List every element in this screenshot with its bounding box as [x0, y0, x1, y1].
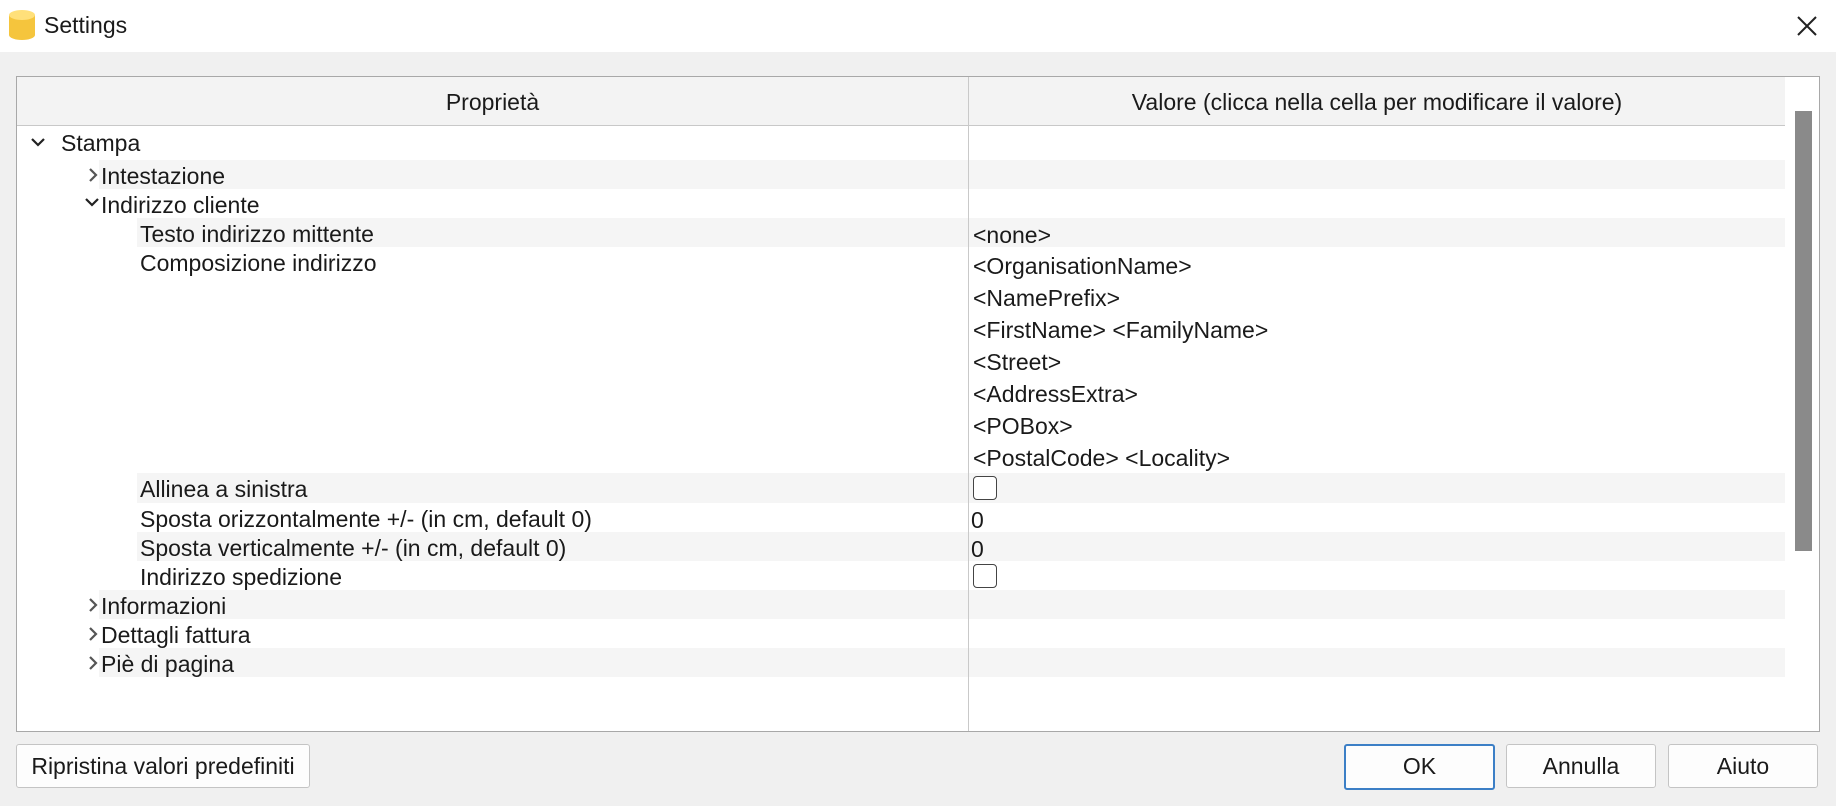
value-text: <none> [973, 222, 1052, 248]
tree-row-label: Informazioni [101, 593, 227, 619]
tree-row-label: Indirizzo spedizione [140, 564, 343, 590]
reset-defaults-button[interactable]: Ripristina valori predefiniti [16, 744, 310, 788]
tree-row-label: Intestazione [101, 163, 226, 189]
allinea-a-sinistra-checkbox[interactable] [973, 476, 997, 500]
close-button[interactable] [1784, 4, 1830, 48]
tree-row-label: Composizione indirizzo [140, 250, 377, 276]
value-cell[interactable]: 0 [969, 503, 1785, 533]
chevron-down-icon[interactable] [79, 186, 103, 220]
tree-row-label: Piè di pagina [101, 651, 234, 677]
chevron-down-icon[interactable] [25, 126, 49, 160]
tree-row-sposta-verticalmente[interactable]: 0 Sposta verticalmente +/- (in cm, defau… [17, 532, 1785, 562]
value-cell[interactable] [969, 473, 1785, 503]
value-line: <NamePrefix> [973, 285, 1121, 311]
tree-row-informazioni[interactable]: Informazioni [17, 590, 1785, 619]
tree-row-label: Testo indirizzo mittente [140, 221, 374, 247]
tree-row-sposta-orizzontalmente[interactable]: 0 Sposta orizzontalmente +/- (in cm, def… [17, 503, 1785, 533]
tree-row-pie-di-pagina[interactable]: Piè di pagina [17, 648, 1785, 677]
value-text: 0 [971, 536, 984, 562]
column-header-value[interactable]: Valore (clicca nella cella per modificar… [969, 77, 1785, 125]
property-tree[interactable]: Proprietà Valore (clicca nella cella per… [16, 76, 1820, 732]
value-cell[interactable] [969, 189, 1785, 218]
value-cell[interactable] [969, 160, 1785, 189]
ok-button[interactable]: OK [1344, 744, 1495, 790]
vertical-scrollbar[interactable] [1786, 77, 1819, 731]
tree-header: Proprietà Valore (clicca nella cella per… [17, 77, 1785, 126]
value-line: <POBox> [973, 413, 1073, 439]
tree-row-dettagli-fattura[interactable]: Dettagli fattura [17, 619, 1785, 648]
tree-row-label: Allinea a sinistra [140, 476, 308, 502]
database-cylinder-icon [8, 9, 36, 41]
help-button[interactable]: Aiuto [1668, 744, 1818, 788]
value-cell[interactable]: 0 [969, 532, 1785, 562]
scrollbar-thumb[interactable] [1795, 111, 1812, 551]
title-bar: Settings [0, 0, 1836, 52]
tree-row-label: Sposta orizzontalmente +/- (in cm, defau… [140, 506, 592, 532]
tree-row-label: Sposta verticalmente +/- (in cm, default… [140, 535, 567, 561]
value-cell[interactable] [969, 619, 1785, 648]
value-cell[interactable] [969, 126, 1785, 160]
tree-row-testo-indirizzo-mittente[interactable]: <none> Testo indirizzo mittente [17, 218, 1785, 248]
tree-row-label: Indirizzo cliente [101, 192, 260, 218]
tree-row-composizione-indirizzo[interactable]: <OrganisationName> <NamePrefix> <FirstNa… [17, 247, 1785, 473]
column-header-property[interactable]: Proprietà [17, 77, 968, 125]
tree-row-intestazione[interactable]: Intestazione [17, 160, 1785, 189]
tree-row-indirizzo-spedizione[interactable]: Indirizzo spedizione [17, 561, 1785, 590]
close-icon [1797, 16, 1817, 36]
cancel-button[interactable]: Annulla [1506, 744, 1656, 788]
value-line: <OrganisationName> [973, 253, 1192, 279]
tree-row-allinea-a-sinistra[interactable]: Allinea a sinistra [17, 473, 1785, 503]
tree-row-label: Dettagli fattura [101, 622, 251, 648]
value-cell[interactable] [969, 648, 1785, 677]
value-line: <FirstName> <FamilyName> [973, 317, 1269, 343]
value-line: <Street> [973, 349, 1062, 375]
value-text: 0 [971, 507, 984, 533]
value-cell[interactable]: <none> [969, 218, 1785, 248]
value-cell[interactable]: <OrganisationName> <NamePrefix> <FirstNa… [969, 247, 1785, 473]
tree-row-indirizzo-cliente[interactable]: Indirizzo cliente [17, 189, 1785, 218]
tree-row-stampa[interactable]: Stampa [17, 126, 1785, 160]
value-cell[interactable] [969, 561, 1785, 590]
value-cell[interactable] [969, 590, 1785, 619]
indirizzo-spedizione-checkbox[interactable] [973, 564, 997, 588]
window-title: Settings [44, 12, 128, 38]
tree-row-label: Stampa [61, 130, 141, 156]
value-line: <AddressExtra> [973, 381, 1138, 407]
address-composition-value: <OrganisationName> <NamePrefix> <FirstNa… [973, 250, 1268, 474]
value-line: <PostalCode> <Locality> [973, 445, 1231, 471]
